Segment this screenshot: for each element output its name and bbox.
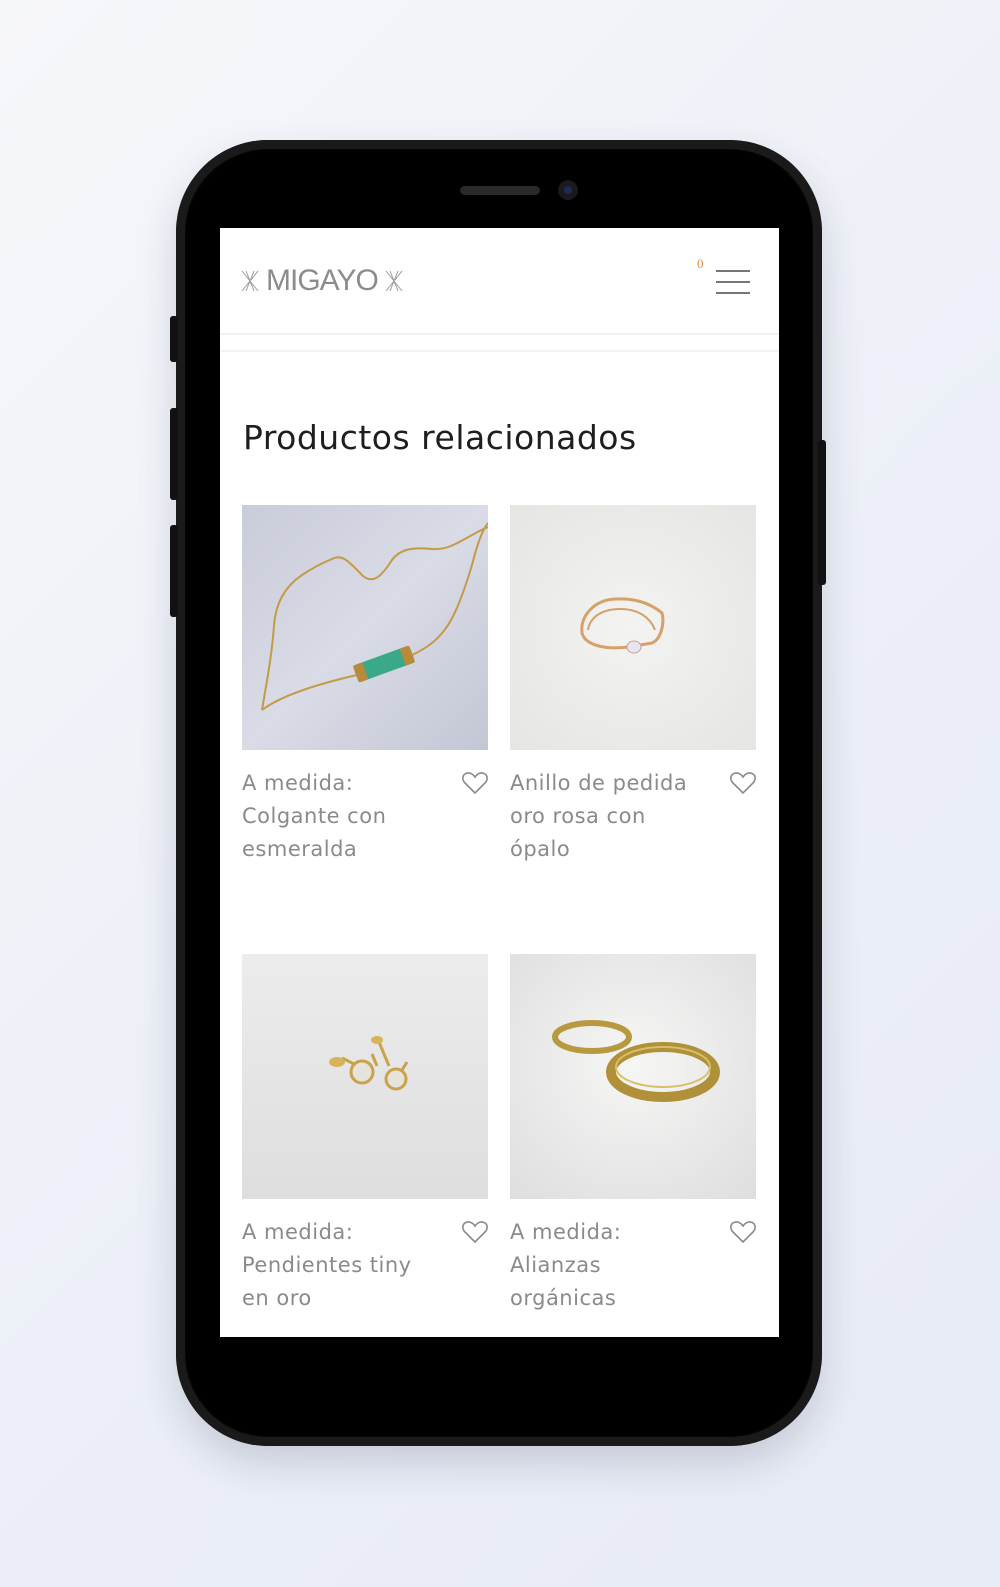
product-image-earrings[interactable] bbox=[242, 954, 488, 1199]
product-card[interactable]: Anillo de pedida oro rosa con ópalo bbox=[510, 505, 756, 861]
heart-icon[interactable] bbox=[730, 1220, 756, 1244]
product-card[interactable]: A medida: Pendientes tiny en oro bbox=[242, 954, 488, 1310]
product-name[interactable]: A medida: Alianzas orgánicas bbox=[510, 1216, 710, 1315]
phone-mute-switch bbox=[170, 316, 178, 362]
phone-camera bbox=[558, 180, 578, 200]
phone-volume-up-button bbox=[170, 408, 178, 500]
heart-icon[interactable] bbox=[462, 1220, 488, 1244]
product-name[interactable]: A medida: Colgante con esmeralda bbox=[242, 767, 442, 866]
product-name[interactable]: A medida: Pendientes tiny en oro bbox=[242, 1216, 442, 1315]
site-header: MIGAYO 0 bbox=[220, 228, 779, 335]
logo-text: MIGAYO bbox=[266, 264, 379, 297]
logo-mark-left-icon bbox=[241, 270, 259, 292]
product-card[interactable]: A medida: Alianzas orgánicas bbox=[510, 954, 756, 1310]
heart-icon[interactable] bbox=[730, 771, 756, 795]
phone-screen: MIGAYO 0 Productos relacionados A medida… bbox=[220, 228, 779, 1337]
product-name[interactable]: Anillo de pedida oro rosa con ópalo bbox=[510, 767, 710, 866]
cart-count-badge[interactable]: 0 bbox=[697, 256, 704, 272]
phone-volume-down-button bbox=[170, 525, 178, 617]
logo-mark-right-icon bbox=[385, 270, 403, 292]
product-image-wedding-bands[interactable] bbox=[510, 954, 756, 1199]
site-logo[interactable]: MIGAYO bbox=[240, 264, 404, 298]
header-divider bbox=[220, 350, 779, 352]
phone-frame: MIGAYO 0 Productos relacionados A medida… bbox=[176, 140, 822, 1446]
hamburger-menu-icon[interactable] bbox=[716, 270, 750, 294]
product-card[interactable]: A medida: Colgante con esmeralda bbox=[242, 505, 488, 861]
product-image-necklace[interactable] bbox=[242, 505, 488, 750]
section-title: Productos relacionados bbox=[243, 418, 637, 457]
product-image-ring[interactable] bbox=[510, 505, 756, 750]
phone-speaker bbox=[460, 186, 540, 195]
heart-icon[interactable] bbox=[462, 771, 488, 795]
phone-power-button bbox=[818, 440, 826, 585]
